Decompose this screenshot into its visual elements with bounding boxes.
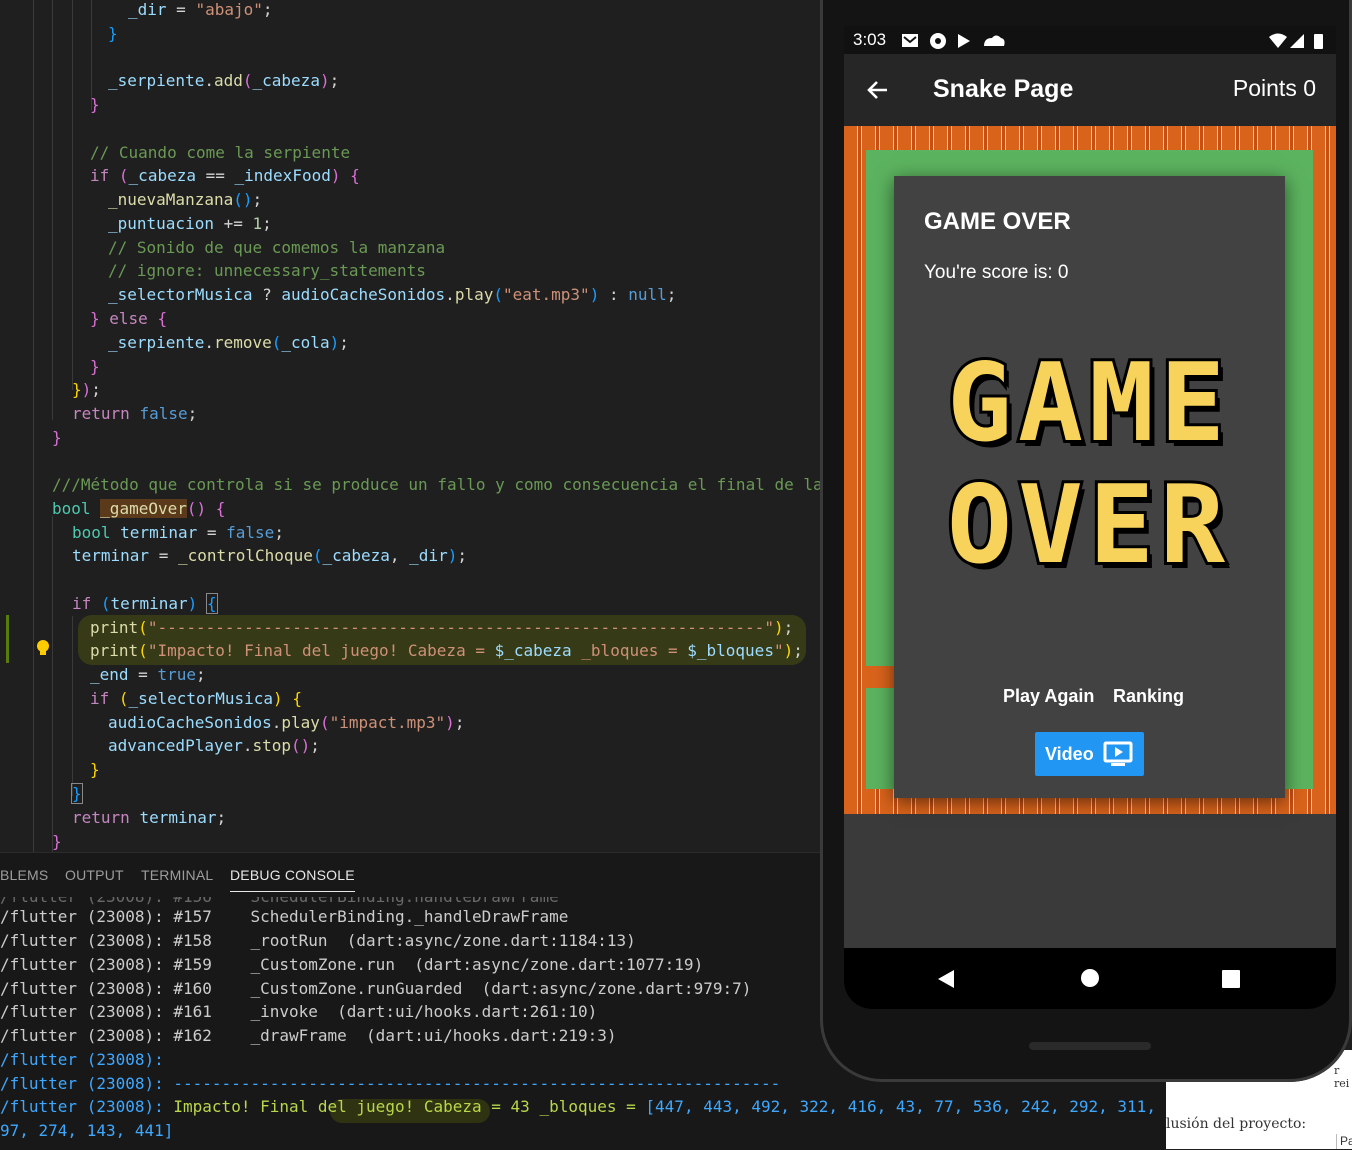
nav-recents-icon[interactable] (1221, 969, 1241, 989)
console-impact-list: [447, 443, 492, 322, 416, 43, 77, 536, 2… (645, 1097, 1156, 1116)
code-line: // Cuando come la serpiente (90, 143, 351, 162)
code-line: // ignore: unnecessary_statements (108, 261, 426, 280)
nav-home-icon[interactable] (1080, 968, 1100, 988)
code-line: } (71, 783, 83, 804)
code-line: _puntuacion += 1; (108, 214, 272, 233)
status-bar: 3:03 (844, 26, 1336, 54)
code-line: } (52, 832, 62, 851)
dialog-title: GAME OVER (924, 208, 1071, 235)
controls-area (844, 814, 1336, 948)
notification-icons (902, 33, 1005, 49)
code-line: _serpiente.add(_cabeza); (108, 71, 340, 90)
lightbulb-icon[interactable] (36, 639, 50, 657)
indent-guide (72, 616, 73, 796)
phone-screen: 3:03 Snake Page Points 0 GAME OVER You'r… (844, 26, 1336, 1009)
console-line: /flutter (23008): #158 _rootRun (dart:as… (0, 931, 636, 950)
indent-guide (52, 0, 53, 420)
speaker-grille (1029, 1042, 1151, 1050)
code-line: } (90, 357, 100, 376)
ondemand-video-icon (1103, 741, 1133, 766)
code-line: audioCacheSonidos.play("impact.mp3"); (108, 713, 465, 732)
code-line: _selectorMusica ? audioCacheSonidos.play… (108, 285, 677, 304)
code-editor[interactable]: _dir = "abajo"; } _serpiente.add(_cabeza… (0, 0, 822, 852)
tab-debug-console[interactable]: DEBUG CONSOLE (230, 867, 355, 892)
code-line: ///Método que controla si se produce un … (52, 475, 822, 494)
code-line: } (108, 24, 118, 43)
console-line: /flutter (23008): #161 _invoke (dart:ui/… (0, 1002, 598, 1021)
console-line: /flutter (23008): #162 _drawFrame (dart:… (0, 1026, 617, 1045)
tab-output[interactable]: OUTPUT (65, 867, 124, 883)
console-line-impact: /flutter (23008): Impacto! Final del jue… (0, 1095, 1156, 1119)
video-button-label: Video (1045, 744, 1094, 764)
nav-back-icon[interactable] (936, 968, 956, 990)
indent-guide (33, 0, 34, 852)
tab-terminal[interactable]: TERMINAL (141, 867, 213, 883)
game-over-dialog: GAME OVER You're score is: 0 GAME OVER P… (894, 176, 1285, 798)
code-line: _serpiente.remove(_cola); (108, 333, 349, 352)
ranking-button[interactable]: Ranking (1113, 686, 1184, 707)
game-over-art: GAME OVER (908, 341, 1270, 596)
tab-problems[interactable]: BLEMS (0, 867, 48, 883)
console-prefix: /flutter (23008): (0, 1097, 174, 1116)
android-nav-bar (844, 948, 1336, 1009)
code-line: return terminar; (72, 808, 227, 827)
console-impact-text: Impacto! Final del juego! Cabeza = 43 _b… (173, 1097, 646, 1116)
console-line: /flutter (23008): ----------------------… (0, 1074, 781, 1093)
doc-text: Pa (1336, 1134, 1352, 1149)
code-line: _nuevaManzana(); (108, 190, 263, 209)
points-counter: Points 0 (1232, 75, 1316, 101)
indent-guide (72, 0, 73, 390)
git-change-marker (6, 615, 9, 663)
console-line: /flutter (23008): #157 SchedulerBinding.… (0, 907, 569, 926)
doc-text: lusión del proyecto: (1166, 1116, 1307, 1132)
code-line: print("---------------------------------… (90, 618, 794, 637)
code-line: terminar = _controlChoque(_cabeza, _dir)… (72, 546, 467, 565)
code-line: if (_cabeza == _indexFood) { (90, 166, 360, 185)
console-line: /flutter (23008): #159 _CustomZone.run (… (0, 955, 704, 974)
code-line: if (terminar) { (72, 593, 218, 614)
code-line: advancedPlayer.stop(); (108, 736, 320, 755)
signal-battery-icons (1269, 33, 1323, 49)
page-title: Snake Page (933, 75, 1074, 103)
code-line: } (90, 95, 100, 114)
code-line: } else { (90, 309, 168, 328)
code-line: _dir = "abajo"; (128, 0, 273, 19)
art-text-game: GAME (944, 341, 1232, 467)
video-button[interactable]: Video (1035, 732, 1144, 776)
console-line: /flutter (23008): (0, 1050, 164, 1069)
snake-segment (866, 666, 894, 688)
code-line: // Sonido de que comemos la manzana (108, 238, 446, 257)
console-line: /flutter (23008): #160 _CustomZone.runGu… (0, 979, 752, 998)
doc-text: r rei (1334, 1064, 1350, 1090)
back-arrow-icon[interactable] (866, 78, 890, 102)
status-time: 3:03 (853, 30, 887, 49)
code-line: } (52, 428, 62, 447)
code-line: bool _gameOver() { (52, 499, 226, 518)
code-line: print("Impacto! Final del juego! Cabeza … (90, 641, 803, 660)
code-line: return false; (72, 404, 198, 423)
code-line: bool terminar = false; (72, 523, 284, 542)
code-line: }); (72, 380, 101, 399)
console-line: 97, 274, 143, 441] (0, 1121, 174, 1140)
app-bar: Snake Page Points 0 (844, 54, 1336, 126)
code-line: } (90, 760, 100, 779)
indent-guide (52, 516, 53, 852)
code-line: _end = true; (90, 665, 206, 684)
play-again-button[interactable]: Play Again (1003, 686, 1094, 707)
score-text: You're score is: 0 (924, 262, 1069, 283)
code-line: if (_selectorMusica) { (90, 689, 302, 708)
art-text-over: OVER (944, 463, 1232, 589)
